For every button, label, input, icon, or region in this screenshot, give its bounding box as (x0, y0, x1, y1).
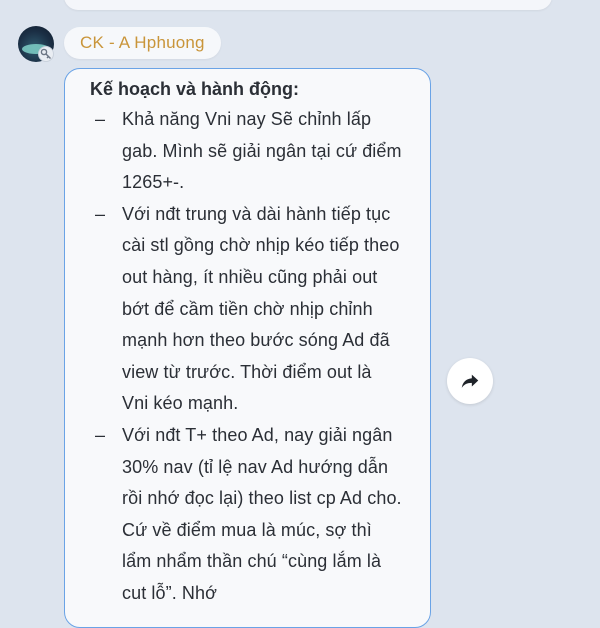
sender-name[interactable]: CK - A Hphuong (64, 27, 221, 59)
message-bubble[interactable]: Kế hoạch và hành động: – Khả năng Vni na… (64, 68, 431, 628)
previous-message-bubble (64, 0, 552, 10)
list-item: – Với nđt trung và dài hành tiếp tục cài… (65, 199, 402, 420)
bullet-dash: – (95, 424, 106, 445)
bullet-dash: – (95, 203, 106, 224)
list-item: – Với nđt T+ theo Ad, nay giải ngân 30% … (65, 420, 402, 610)
message-title: Kế hoạch và hành động: (90, 79, 300, 99)
list-item-text: Với nđt trung và dài hành tiếp tục cài s… (122, 203, 400, 414)
share-arrow-icon (461, 374, 479, 388)
message-point-list: – Khả năng Vni nay Sẽ chỉnh lấp gab. Mìn… (65, 104, 402, 610)
share-button[interactable] (447, 358, 493, 404)
bullet-dash: – (95, 109, 106, 129)
list-item-text: Khả năng Vni nay Sẽ chỉnh lấp gab. Mình … (122, 109, 402, 193)
key-icon (38, 46, 54, 62)
list-item-text: Với nđt T+ theo Ad, nay giải ngân 30% na… (122, 424, 402, 603)
list-item: – Khả năng Vni nay Sẽ chỉnh lấp gab. Mìn… (65, 104, 402, 199)
